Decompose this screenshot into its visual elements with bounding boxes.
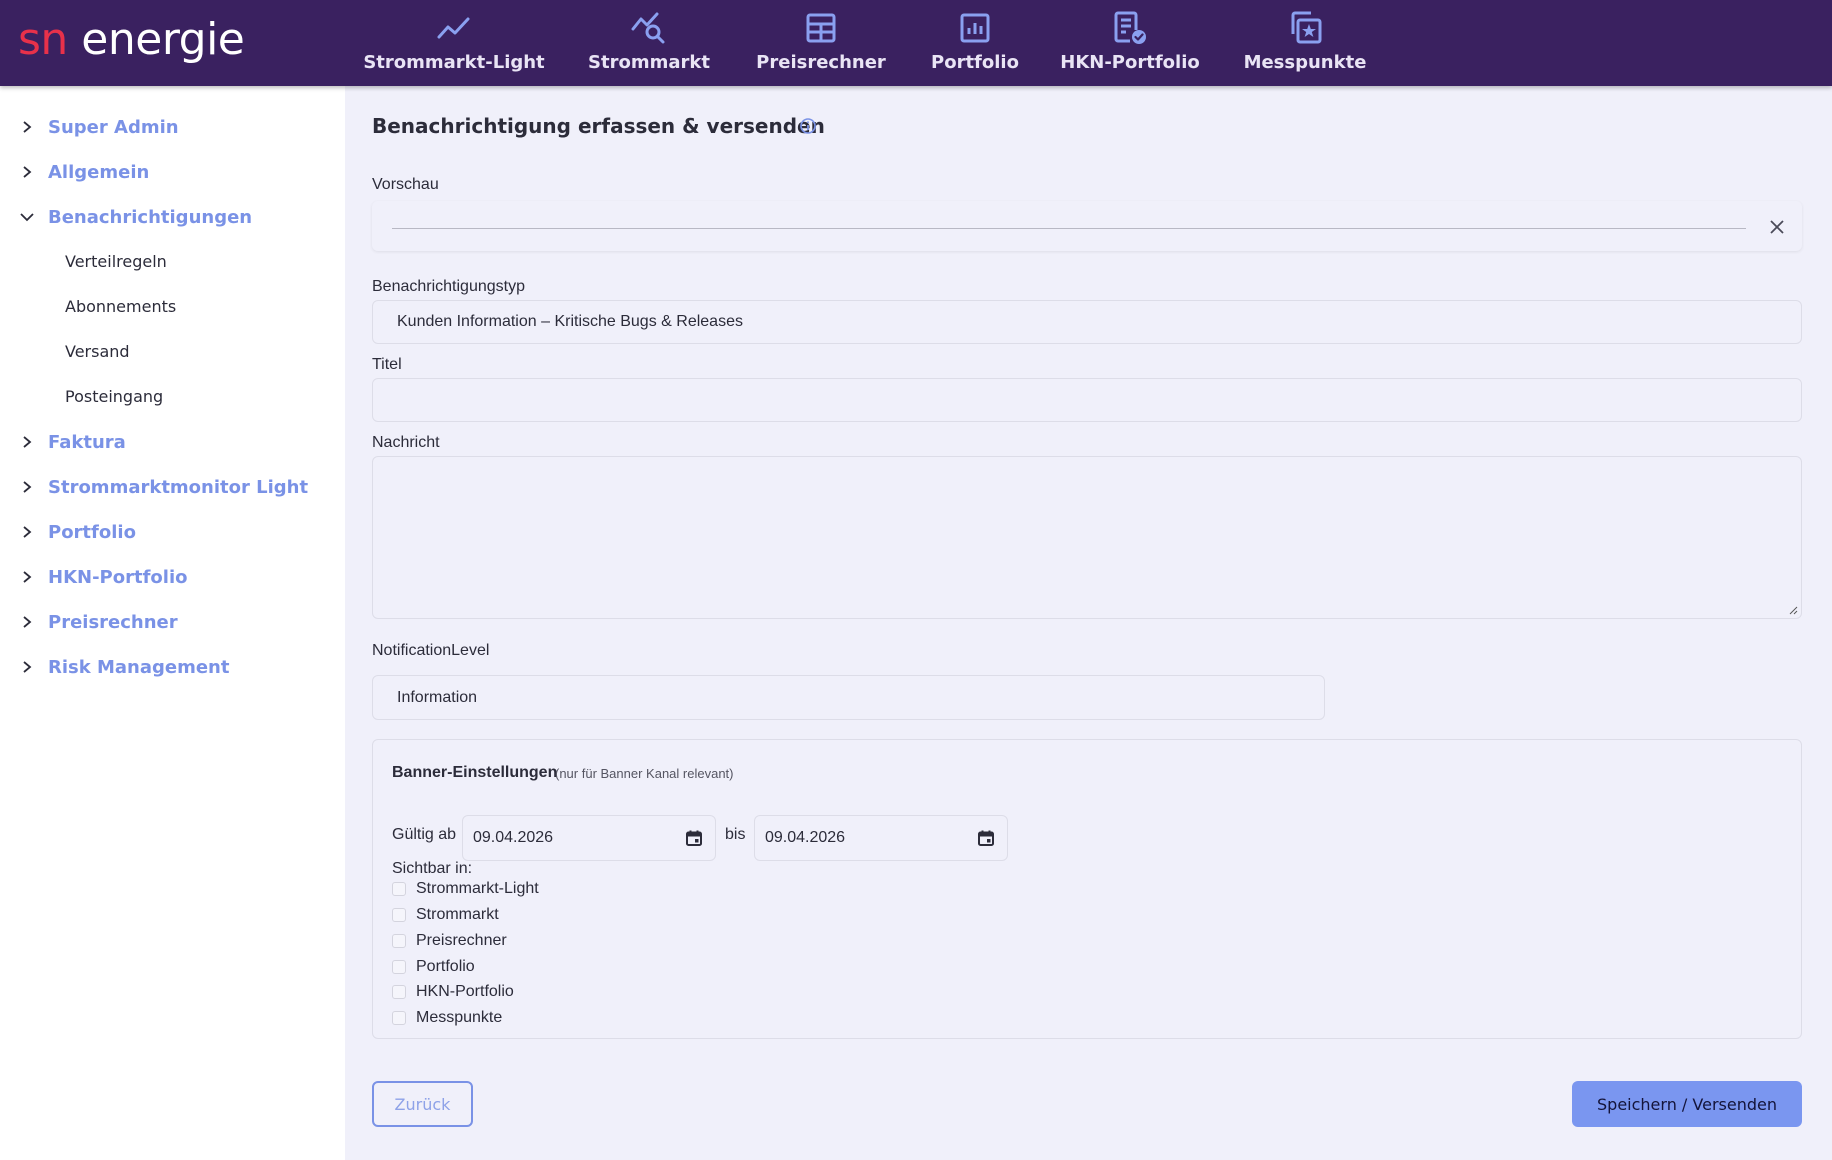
valid-to-input[interactable]: 09.04.2026 [754, 815, 1008, 861]
title-input[interactable] [372, 378, 1802, 422]
notification-level-value: Information [397, 688, 478, 706]
title-label: Titel [372, 356, 402, 373]
nav-label: Strommarkt [588, 52, 710, 73]
chevron-right-icon [23, 166, 32, 178]
sidebar-item-label: Faktura [48, 431, 126, 453]
nav-label: Strommarkt-Light [363, 52, 545, 73]
preview-divider [392, 228, 1746, 229]
sidebar-subitem-posteingang[interactable]: Posteingang [65, 387, 163, 406]
calendar-icon[interactable] [977, 829, 995, 847]
main-nav: Strommarkt-Light Strommarkt Preisrechner… [345, 0, 1393, 86]
checkbox-strommarkt-light[interactable]: Strommarkt-Light [392, 878, 539, 900]
nav-label: HKN-Portfolio [1060, 52, 1200, 73]
checkbox-label: Messpunkte [416, 1009, 503, 1026]
preview-box [372, 201, 1802, 251]
notification-level-select[interactable]: Information [372, 675, 1325, 720]
checkbox-strommarkt[interactable]: Strommarkt [392, 904, 499, 926]
checkbox-label: Preisrechner [416, 932, 507, 949]
close-icon[interactable] [1768, 218, 1786, 236]
resize-handle-icon[interactable] [1788, 605, 1798, 615]
nav-item-messpunkte[interactable]: Messpunkte [1217, 0, 1393, 86]
notification-type-value: Kunden Information – Kritische Bugs & Re… [397, 313, 743, 330]
valid-to-value: 09.04.2026 [765, 829, 846, 846]
back-button[interactable]: Zurück [372, 1081, 473, 1127]
main-content: Benachrichtigung erfassen & versenden Vo… [345, 86, 1832, 1160]
sidebar-item-label: Benachrichtigungen [48, 206, 253, 228]
nav-item-strommarkt[interactable]: Strommarkt [563, 0, 735, 86]
sidebar-item-label: HKN-Portfolio [48, 566, 188, 588]
info-icon[interactable] [799, 117, 817, 135]
valid-to-label: bis [725, 826, 746, 843]
nav-label: Portfolio [931, 52, 1019, 73]
valid-from-value: 09.04.2026 [473, 829, 554, 846]
sidebar-subitem-abonnements[interactable]: Abonnements [65, 297, 176, 316]
notification-type-select[interactable]: Kunden Information – Kritische Bugs & Re… [372, 300, 1802, 344]
calendar-icon[interactable] [685, 829, 703, 847]
checkbox-label: Strommarkt-Light [416, 880, 539, 897]
chevron-right-icon [23, 661, 32, 673]
sidebar: Super Admin Allgemein Benachrichtigungen… [0, 86, 345, 1160]
checkbox[interactable] [392, 1011, 406, 1025]
logo-energie: energie [67, 14, 245, 65]
sidebar-item-label: Preisrechner [48, 611, 178, 633]
chevron-right-icon [23, 436, 32, 448]
sidebar-item-label: Strommarktmonitor Light [48, 476, 309, 498]
save-send-button[interactable]: Speichern / Versenden [1572, 1081, 1802, 1127]
chevron-right-icon [23, 526, 32, 538]
checkbox-label: Strommarkt [416, 906, 499, 923]
sidebar-subitem-versand[interactable]: Versand [65, 342, 130, 361]
chevron-right-icon [23, 121, 32, 133]
checkbox-preisrechner[interactable]: Preisrechner [392, 930, 507, 952]
chevron-right-icon [23, 616, 32, 628]
certificate-icon [1112, 10, 1148, 46]
checkbox-label: HKN-Portfolio [416, 983, 514, 1000]
logo[interactable]: sn energie [18, 12, 245, 68]
chevron-right-icon [23, 481, 32, 493]
nav-item-hkn-portfolio[interactable]: HKN-Portfolio [1043, 0, 1217, 86]
star-box-icon [1287, 10, 1323, 46]
message-label: Nachricht [372, 434, 440, 451]
nav-label: Messpunkte [1243, 52, 1367, 73]
checkbox-label: Portfolio [416, 958, 475, 975]
sidebar-item-label: Super Admin [48, 116, 179, 138]
bar-chart-icon [957, 10, 993, 46]
banner-settings-panel: Banner-Einstellungen (nur für Banner Kan… [372, 739, 1802, 1039]
visible-in-label: Sichtbar in: [392, 860, 473, 877]
sidebar-item-label: Allgemein [48, 161, 150, 183]
banner-title: Banner-Einstellungen [392, 764, 558, 781]
checkbox[interactable] [392, 985, 406, 999]
logo-sn: sn [18, 14, 68, 65]
checkbox[interactable] [392, 960, 406, 974]
checkbox[interactable] [392, 934, 406, 948]
nav-item-preisrechner[interactable]: Preisrechner [735, 0, 907, 86]
checkbox-hkn-portfolio[interactable]: HKN-Portfolio [392, 981, 514, 1003]
trend-line-icon [436, 10, 472, 46]
level-label: NotificationLevel [372, 642, 490, 659]
valid-from-label: Gültig ab [392, 826, 457, 843]
type-label: Benachrichtigungstyp [372, 278, 525, 295]
page-title: Benachrichtigung erfassen & versenden [372, 114, 825, 138]
checkbox-portfolio[interactable]: Portfolio [392, 956, 475, 978]
message-textarea[interactable] [372, 456, 1802, 619]
nav-item-strommarkt-light[interactable]: Strommarkt-Light [345, 0, 563, 86]
valid-from-input[interactable]: 09.04.2026 [462, 815, 716, 861]
chevron-right-icon [23, 571, 32, 583]
nav-item-portfolio[interactable]: Portfolio [907, 0, 1043, 86]
checkbox[interactable] [392, 882, 406, 896]
checkbox[interactable] [392, 908, 406, 922]
chart-search-icon [631, 10, 667, 46]
top-header: sn energie Strommarkt-Light Strommarkt P… [0, 0, 1832, 86]
preview-label: Vorschau [372, 176, 439, 193]
table-icon [803, 10, 839, 46]
banner-hint: (nur für Banner Kanal relevant) [555, 766, 734, 781]
nav-label: Preisrechner [756, 52, 886, 73]
sidebar-item-label: Portfolio [48, 521, 136, 543]
sidebar-item-label: Risk Management [48, 656, 230, 678]
chevron-down-icon [20, 213, 34, 222]
checkbox-messpunkte[interactable]: Messpunkte [392, 1007, 502, 1029]
sidebar-subitem-verteilregeln[interactable]: Verteilregeln [65, 252, 167, 271]
